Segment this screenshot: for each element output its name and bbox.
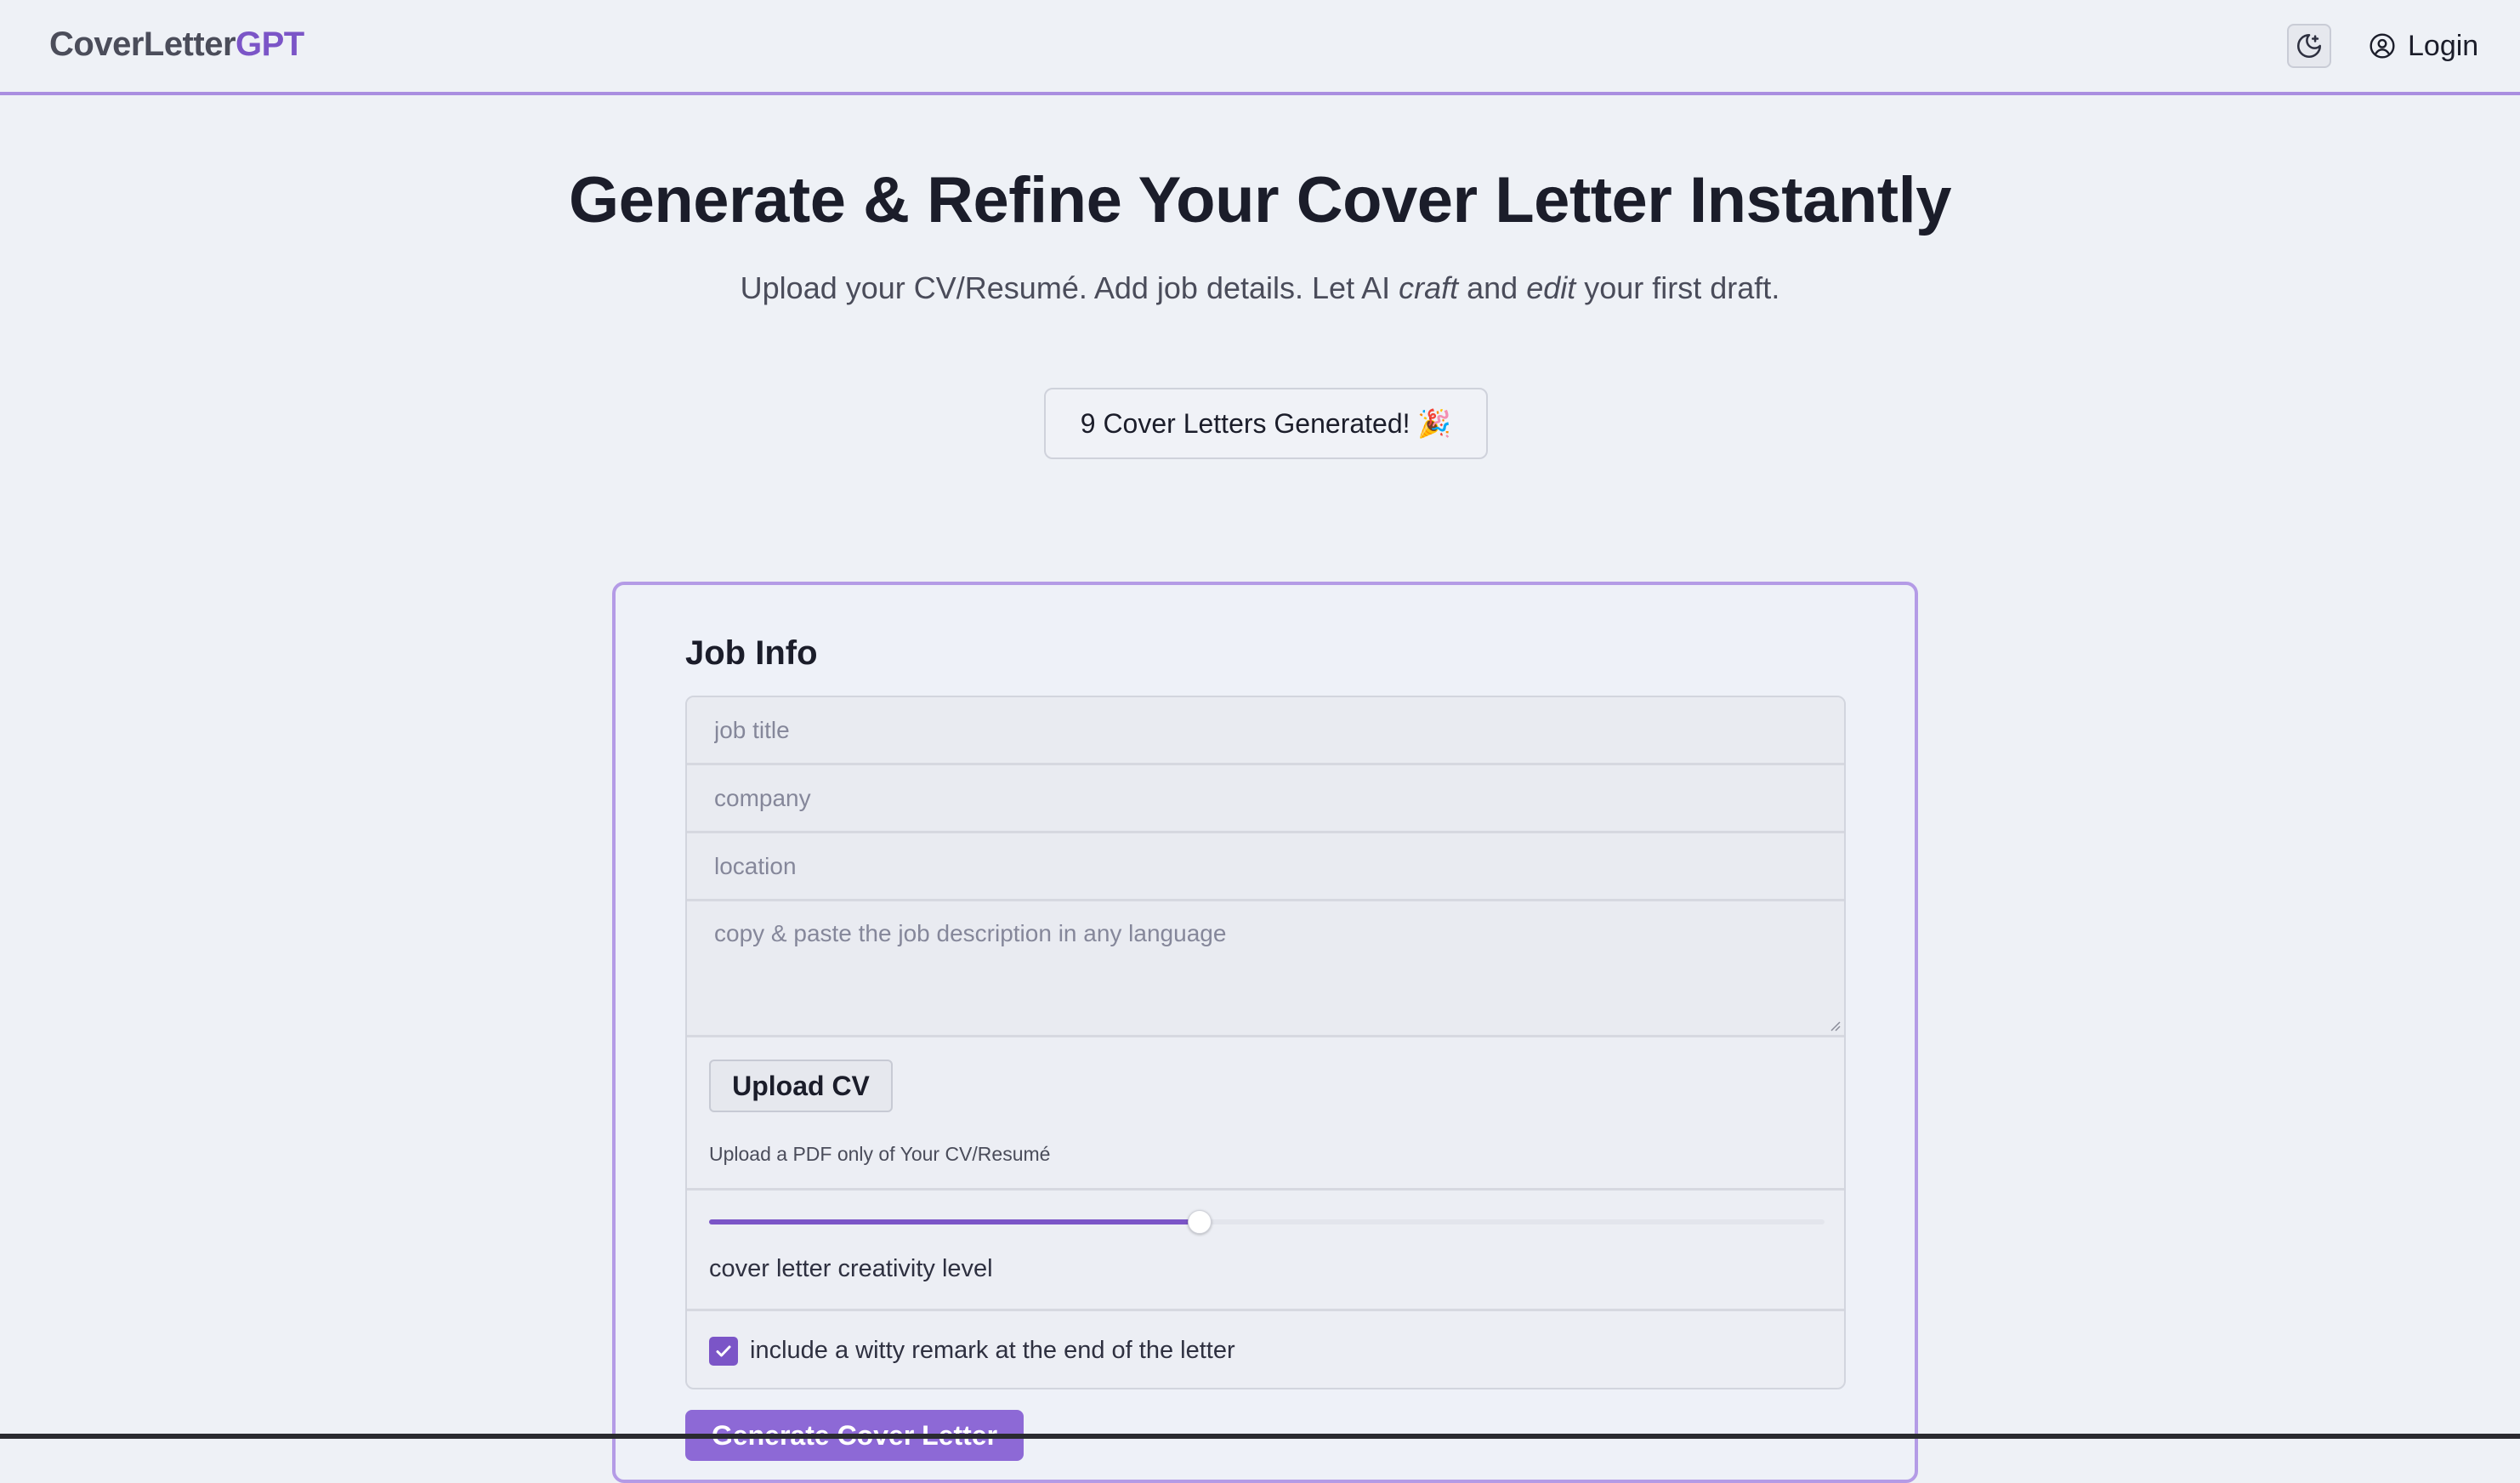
witty-remark-section: include a witty remark at the end of the… <box>687 1311 1844 1388</box>
witty-remark-checkbox[interactable] <box>709 1337 738 1366</box>
top-navbar: CoverLetterGPT Login <box>0 0 2520 95</box>
page-subtitle: Upload your CV/Resumé. Add job details. … <box>0 270 2520 306</box>
creativity-slider-fill <box>709 1219 1200 1224</box>
creativity-slider-thumb[interactable] <box>1188 1210 1212 1234</box>
user-circle-icon <box>2370 33 2395 59</box>
job-description-textarea[interactable] <box>687 901 1844 1035</box>
subtitle-emphasis-edit: edit <box>1526 270 1576 305</box>
theme-toggle-button[interactable] <box>2287 24 2331 68</box>
upload-cv-hint: Upload a PDF only of Your CV/Resumé <box>709 1143 1051 1165</box>
job-info-heading: Job Info <box>685 634 818 672</box>
brand-name-part1: CoverLetter <box>49 26 236 63</box>
upload-cv-button[interactable]: Upload CV <box>709 1060 893 1112</box>
login-link[interactable]: Login <box>2369 26 2478 66</box>
brand-logo[interactable]: CoverLetterGPT <box>49 26 304 64</box>
creativity-slider[interactable] <box>709 1210 1825 1234</box>
letters-generated-badge: 9 Cover Letters Generated! 🎉 <box>1044 388 1488 459</box>
description-field-wrapper <box>687 901 1844 1037</box>
window-bottom-edge <box>0 1434 2520 1439</box>
checkmark-icon <box>716 1345 731 1357</box>
subtitle-text: and <box>1458 270 1527 305</box>
subtitle-text: Upload your CV/Resumé. Add job details. … <box>740 270 1399 305</box>
resize-grip-icon[interactable] <box>1827 1018 1841 1031</box>
moon-stars-icon <box>2296 33 2322 59</box>
page-title: Generate & Refine Your Cover Letter Inst… <box>568 164 1952 236</box>
creativity-slider-label: cover letter creativity level <box>709 1255 993 1282</box>
subtitle-emphasis-craft: craft <box>1399 270 1459 305</box>
location-field-wrapper <box>687 833 1844 901</box>
upload-cv-section: Upload CV Upload a PDF only of Your CV/R… <box>687 1037 1844 1190</box>
company-input[interactable] <box>687 765 1844 831</box>
brand-name-part2: GPT <box>236 26 304 63</box>
subtitle-text: your first draft. <box>1575 270 1780 305</box>
location-input[interactable] <box>687 833 1844 899</box>
job-info-form: Upload CV Upload a PDF only of Your CV/R… <box>685 696 1846 1389</box>
login-label: Login <box>2408 29 2479 62</box>
job-title-input[interactable] <box>687 697 1844 763</box>
company-field-wrapper <box>687 765 1844 833</box>
witty-remark-label[interactable]: include a witty remark at the end of the… <box>750 1337 1235 1365</box>
job-title-field-wrapper <box>687 697 1844 765</box>
creativity-section: cover letter creativity level <box>687 1190 1844 1311</box>
